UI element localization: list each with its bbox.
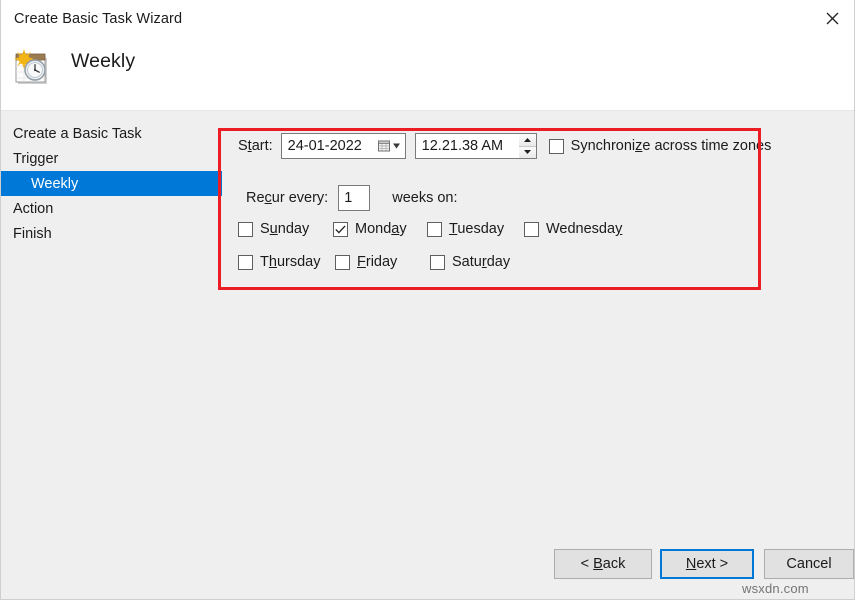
start-label: Start: [238,138,273,154]
close-icon[interactable] [809,0,855,37]
start-row: Start: 24-01-2022 12.21.38 AM [238,133,771,159]
create-basic-task-wizard-window: Create Basic Task Wizard [0,0,855,600]
next-button[interactable]: Next > [660,549,754,579]
start-time-value: 12.21.38 AM [422,138,503,154]
title-bar: Create Basic Task Wizard [1,0,855,37]
window-title: Create Basic Task Wizard [14,11,182,27]
sidebar-item-label: Trigger [13,151,58,167]
day-checkbox-friday[interactable]: Friday [335,254,397,270]
checkbox-label: Saturday [452,254,510,270]
calendar-clock-icon [11,46,55,90]
wizard-footer: < Back Next > Cancel wsxdn.com [1,543,855,599]
sidebar-item-label: Create a Basic Task [13,126,142,142]
day-checkbox-sunday[interactable]: Sunday [238,221,309,237]
start-time-input[interactable]: 12.21.38 AM [415,133,520,159]
day-checkbox-saturday[interactable]: Saturday [430,254,510,270]
checkbox-label: Sunday [260,221,309,237]
spinner-up-icon[interactable] [519,134,536,147]
sidebar-item-label: Action [13,201,53,217]
sidebar-item-finish[interactable]: Finish [1,221,222,246]
checkbox-label: Thursday [260,254,320,270]
back-button[interactable]: < Back [554,549,652,579]
checkbox-label: Monday [355,221,407,237]
day-checkbox-wednesday[interactable]: Wednesday [524,221,622,237]
checkbox-box [333,222,348,237]
recur-interval-input[interactable]: 1 [338,185,370,211]
checkbox-box [238,222,253,237]
sidebar-item-create-a-basic-task[interactable]: Create a Basic Task [1,121,222,146]
checkbox-box [430,255,445,270]
sidebar-item-trigger[interactable]: Trigger [1,146,222,171]
calendar-dropdown-icon[interactable] [378,140,400,153]
start-time-stepper[interactable] [519,133,537,159]
watermark: wsxdn.com [742,581,809,596]
checkbox-label: Friday [357,254,397,270]
sidebar-item-label: Weekly [31,176,78,192]
start-date-value: 24-01-2022 [288,138,362,154]
recur-every-label: Recur every: [246,190,328,206]
spinner-down-icon[interactable] [519,147,536,159]
day-checkbox-monday[interactable]: Monday [333,221,407,237]
cancel-button[interactable]: Cancel [764,549,854,579]
synchronize-across-time-zones-checkbox[interactable]: Synchronize across time zones [549,138,772,154]
cancel-button-label: Cancel [786,556,831,572]
checkbox-label: Wednesday [546,221,622,237]
weekdays-row-2: Thursday Friday Saturday [238,254,510,270]
sidebar-item-label: Finish [13,226,52,242]
weekdays-row-1: Sunday Monday Tuesday [238,221,622,237]
wizard-header: Weekly [1,37,855,111]
checkbox-label: Synchronize across time zones [571,138,772,154]
weeks-on-label: weeks on: [392,190,457,206]
recur-every-row: Recur every: 1 weeks on: [246,185,458,211]
page-title: Weekly [71,50,135,73]
checkbox-box [427,222,442,237]
day-checkbox-thursday[interactable]: Thursday [238,254,320,270]
wizard-steps-nav: Create a Basic Task Trigger Weekly Actio… [1,121,222,246]
recur-interval-value: 1 [344,190,352,206]
checkbox-box [335,255,350,270]
sidebar-item-action[interactable]: Action [1,196,222,221]
checkbox-box [524,222,539,237]
day-checkbox-tuesday[interactable]: Tuesday [427,221,504,237]
checkbox-box [549,139,564,154]
start-date-input[interactable]: 24-01-2022 [281,133,406,159]
checkbox-box [238,255,253,270]
sidebar-item-weekly[interactable]: Weekly [1,171,222,196]
checkbox-label: Tuesday [449,221,504,237]
